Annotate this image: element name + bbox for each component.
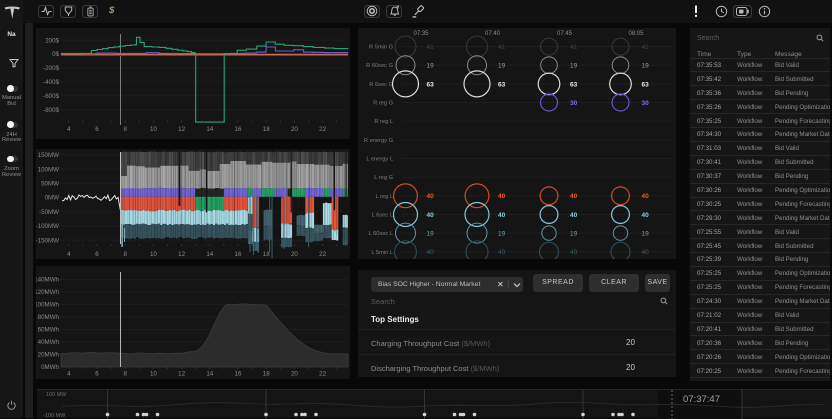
- svg-text:L energy L: L energy L: [366, 157, 393, 163]
- svg-text:14: 14: [206, 251, 213, 258]
- svg-text:41: 41: [642, 44, 650, 51]
- svg-text:40: 40: [642, 212, 650, 219]
- svg-text:18: 18: [263, 251, 270, 258]
- svg-text:4: 4: [67, 371, 71, 378]
- svg-text:6: 6: [95, 251, 99, 258]
- svg-text:19: 19: [642, 231, 650, 238]
- svg-text:R reg L: R reg L: [374, 119, 393, 125]
- svg-text:30: 30: [642, 100, 650, 107]
- svg-text:18: 18: [263, 126, 270, 133]
- svg-text:14: 14: [206, 126, 213, 133]
- svg-text:40: 40: [642, 193, 650, 200]
- svg-text:10: 10: [150, 371, 157, 378]
- svg-text:19: 19: [570, 231, 578, 238]
- svg-text:100MWh: 100MWh: [36, 302, 60, 309]
- svg-text:08:05: 08:05: [628, 31, 644, 37]
- svg-text:-400$: -400$: [43, 79, 59, 86]
- svg-text:16: 16: [235, 251, 242, 258]
- svg-text:140MWh: 140MWh: [36, 277, 60, 284]
- svg-text:40: 40: [498, 212, 506, 219]
- svg-text:07:45: 07:45: [557, 31, 573, 37]
- svg-text:22: 22: [319, 371, 326, 378]
- svg-text:0$: 0$: [52, 51, 59, 58]
- svg-text:20: 20: [291, 371, 298, 378]
- svg-text:19: 19: [570, 63, 578, 70]
- svg-text:41: 41: [570, 44, 578, 51]
- svg-text:L 60sec L: L 60sec L: [369, 231, 393, 237]
- svg-text:120MWh: 120MWh: [36, 289, 60, 296]
- svg-text:4: 4: [67, 126, 71, 133]
- svg-text:L reg G: L reg G: [374, 175, 393, 181]
- svg-text:200$: 200$: [45, 37, 59, 44]
- svg-text:19: 19: [498, 63, 506, 70]
- svg-text:19: 19: [427, 231, 435, 238]
- svg-text:80MWh: 80MWh: [38, 314, 60, 321]
- svg-text:-800$: -800$: [43, 107, 59, 114]
- svg-text:63: 63: [498, 81, 506, 88]
- svg-text:63: 63: [570, 81, 578, 88]
- svg-text:40: 40: [427, 249, 435, 256]
- svg-text:-200$: -200$: [43, 65, 59, 72]
- svg-text:18: 18: [263, 371, 270, 378]
- svg-text:40: 40: [570, 212, 578, 219]
- svg-text:8: 8: [123, 251, 127, 258]
- svg-text:L 5min L: L 5min L: [371, 250, 393, 256]
- svg-text:30: 30: [570, 100, 578, 107]
- svg-text:100MW: 100MW: [38, 166, 59, 173]
- svg-text:L reg L: L reg L: [376, 194, 394, 200]
- svg-text:07:40: 07:40: [485, 31, 501, 37]
- svg-text:R reg G: R reg G: [373, 101, 393, 107]
- svg-text:41: 41: [498, 44, 506, 51]
- svg-text:0MWh: 0MWh: [41, 364, 59, 371]
- svg-text:-150MW: -150MW: [36, 237, 59, 244]
- svg-text:-100MW: -100MW: [36, 223, 59, 230]
- svg-text:150MW: 150MW: [38, 152, 59, 159]
- svg-text:R 6sec G: R 6sec G: [369, 82, 393, 88]
- svg-text:10: 10: [150, 251, 157, 258]
- svg-text:20: 20: [291, 126, 298, 133]
- svg-text:-50MW: -50MW: [39, 209, 59, 216]
- svg-text:12: 12: [178, 251, 185, 258]
- svg-text:40: 40: [498, 249, 506, 256]
- svg-text:12: 12: [178, 126, 185, 133]
- svg-text:63: 63: [642, 81, 650, 88]
- svg-text:40: 40: [570, 193, 578, 200]
- svg-text:16: 16: [235, 126, 242, 133]
- svg-text:16: 16: [235, 371, 242, 378]
- svg-text:6: 6: [95, 371, 99, 378]
- svg-text:07:35: 07:35: [413, 31, 429, 37]
- svg-text:L 6sec L: L 6sec L: [372, 213, 393, 219]
- svg-text:20: 20: [291, 251, 298, 258]
- svg-text:19: 19: [427, 63, 435, 70]
- svg-text:8: 8: [123, 126, 127, 133]
- svg-text:60MWh: 60MWh: [38, 327, 60, 334]
- svg-text:20MWh: 20MWh: [38, 352, 60, 359]
- svg-text:0MW: 0MW: [45, 195, 60, 202]
- svg-text:19: 19: [642, 63, 650, 70]
- svg-text:40: 40: [498, 193, 506, 200]
- svg-text:40: 40: [570, 249, 578, 256]
- svg-text:8: 8: [123, 371, 127, 378]
- svg-text:22: 22: [319, 126, 326, 133]
- svg-text:40: 40: [642, 249, 650, 256]
- svg-text:R 60sec G: R 60sec G: [366, 63, 393, 69]
- svg-text:22: 22: [319, 251, 326, 258]
- svg-text:40: 40: [427, 193, 435, 200]
- svg-text:10: 10: [150, 126, 157, 133]
- svg-text:40: 40: [427, 212, 435, 219]
- svg-text:12: 12: [178, 371, 185, 378]
- svg-text:41: 41: [427, 44, 435, 51]
- svg-text:-600$: -600$: [43, 93, 59, 100]
- svg-text:4: 4: [67, 251, 71, 258]
- svg-text:R energy G: R energy G: [364, 138, 393, 144]
- svg-text:50MW: 50MW: [41, 181, 59, 188]
- svg-text:14: 14: [206, 371, 213, 378]
- svg-text:19: 19: [498, 231, 506, 238]
- svg-text:40MWh: 40MWh: [38, 339, 60, 346]
- svg-text:6: 6: [95, 126, 99, 133]
- svg-text:63: 63: [427, 81, 435, 88]
- svg-text:R 5min G: R 5min G: [369, 45, 393, 51]
